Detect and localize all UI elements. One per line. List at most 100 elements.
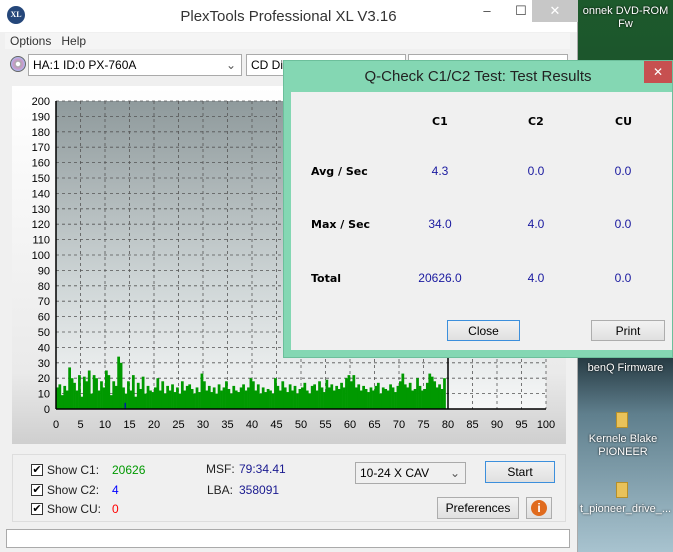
c1-bar [418,385,422,409]
c1-bar [173,392,177,409]
preferences-button[interactable]: Preferences [437,497,519,519]
x-tick-label: 50 [295,419,307,431]
dialog-close-icon[interactable]: ✕ [644,61,672,83]
c1-bar [399,381,402,409]
c1-bar [308,393,312,409]
minimize-button[interactable]: – [470,0,504,22]
start-button[interactable]: Start [485,461,555,483]
c1-bar [205,390,209,409]
c1-bar [354,387,358,409]
y-tick-label: 10 [38,389,50,401]
y-tick-label: 110 [32,235,50,247]
c1-bar [114,385,118,409]
folder-icon[interactable] [616,412,628,428]
dialog-title: Q-Check C1/C2 Test: Test Results [364,68,592,85]
msf-label: MSF: [206,462,235,476]
c1-bar [85,381,89,409]
c1-bar [190,388,194,409]
c1-bar [207,385,211,409]
disc-icon [10,56,26,72]
c1-bar [394,392,397,409]
c1-bar [379,393,383,409]
c1-bar [330,384,334,409]
c1-bar [227,388,231,409]
c1-bar [391,387,395,409]
x-tick-label: 25 [172,419,184,431]
c1-bar [259,393,263,409]
desktop-icon-pioneer[interactable]: t_pioneer_drive_... [578,503,673,516]
c1-bar [269,390,272,409]
x-tick-label: 35 [221,419,233,431]
x-tick-label: 85 [466,419,478,431]
close-button[interactable]: ✕ [532,0,578,22]
c1-bar [372,390,375,409]
print-button[interactable]: Print [591,320,665,341]
close-results-button[interactable]: Close [447,320,520,341]
c1-bar [180,381,184,409]
c1-bar [396,385,400,409]
c1-bar [430,376,434,409]
c1-bar [423,388,427,409]
c1-bar [406,387,410,409]
c1-bar [222,387,226,409]
folder-icon[interactable] [616,482,628,498]
c1-bar [131,375,135,409]
c2-bar [124,402,126,409]
c1-bar [105,370,108,409]
c1-bar [80,396,84,409]
c1-bar [220,390,223,409]
show-c1-checkbox[interactable]: ✔ [31,464,43,476]
c1-bar [63,385,67,409]
speed-select[interactable]: 10-24 X CAV ⌄ [355,462,466,484]
c1-bar [244,390,248,409]
menu-options[interactable]: Options [10,34,51,48]
c1-bar [171,384,174,409]
desktop-icon-benq[interactable]: benQ Firmware [578,362,673,375]
c1-bar [215,393,218,409]
desktop-icon-kernele[interactable]: Kernele Blake PIONEER [578,433,668,459]
y-tick-label: 170 [32,142,50,154]
c1-bar [411,390,414,409]
menu-help[interactable]: Help [61,34,86,48]
c1-bar [144,393,147,409]
y-tick-label: 160 [32,158,50,170]
c1-bar [337,388,341,409]
c1-bar [367,392,370,409]
avg-c1: 4.3 [431,164,449,178]
drive-select[interactable]: HA:1 ID:0 PX-760A ⌄ [28,54,242,76]
c1-bar [158,390,162,409]
c1-bar [203,381,206,409]
c1-bar [154,387,157,409]
show-c1-label: Show C1: [47,463,100,477]
c1-bar [200,373,204,409]
c1-bar [151,392,155,409]
x-tick-label: 75 [417,419,429,431]
max-c1: 34.0 [428,217,452,231]
info-button[interactable]: i [526,497,552,519]
c1-bar [166,385,169,409]
show-cu-checkbox[interactable]: ✔ [31,503,43,515]
x-tick-label: 15 [123,419,135,431]
c1-bar [239,387,243,409]
c1-bar [163,393,167,409]
c1-bar [293,385,297,409]
c1-bar [362,385,365,409]
c1-bar [78,375,81,409]
c1-bar [193,393,196,409]
c1-bar [75,390,79,409]
x-tick-label: 20 [148,419,160,431]
y-tick-label: 200 [32,96,50,108]
speed-select-value: 10-24 X CAV [360,466,430,480]
y-tick-label: 50 [38,327,50,339]
y-tick-label: 60 [38,312,50,324]
desktop-icon-dvdrom[interactable]: onnek DVD-ROM Fw [578,5,673,31]
c1-bar [109,395,113,409]
c1-bar [237,392,241,409]
c1-bar [242,384,245,409]
c1-bar [291,390,294,409]
c1-bar [146,385,150,409]
c1-count: 20626 [112,463,146,477]
show-c2-checkbox[interactable]: ✔ [31,484,43,496]
c1-bar [440,388,444,409]
c1-bar [254,390,258,409]
